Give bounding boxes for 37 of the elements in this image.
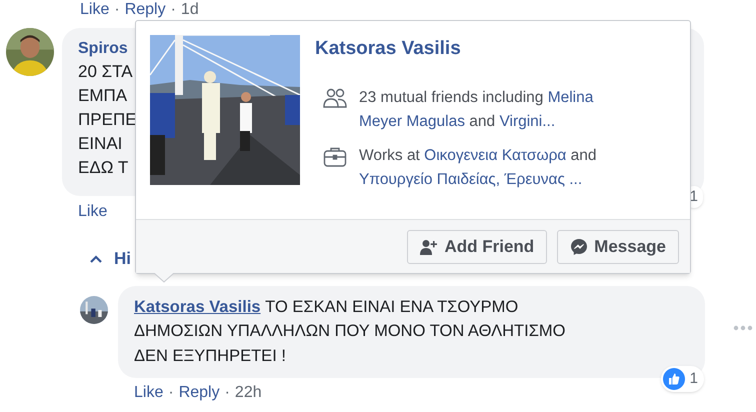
more-icon: [733, 324, 753, 330]
timestamp: 1d: [180, 0, 199, 20]
hide-replies-link[interactable]: Hi: [114, 246, 131, 272]
profile-link[interactable]: Οικογενεια Κατσωρα: [424, 147, 566, 164]
action-link[interactable]: Reply: [178, 383, 220, 403]
profile-link[interactable]: Melina: [548, 89, 594, 106]
profile-name[interactable]: Katsoras Vasilis: [315, 36, 679, 62]
comment-text: ΕΙΝΑΙ: [78, 133, 122, 155]
messenger-icon: [570, 238, 588, 256]
comment-text: ΠΡΕΠΕ: [78, 109, 137, 131]
action-link[interactable]: Like: [78, 202, 108, 222]
comment-author[interactable]: Spiros: [78, 38, 128, 60]
separator-dot: ·: [114, 0, 120, 20]
add-person-icon: [420, 238, 438, 254]
action-link[interactable]: Like: [134, 383, 164, 403]
separator-dot: ·: [170, 0, 176, 20]
comment-text: ΕΔΩ Τ: [78, 157, 128, 179]
action-link[interactable]: Reply: [124, 0, 166, 20]
comment-text: ΕΜΠΑ: [78, 85, 128, 107]
comment-text: Katsoras Vasilis ΤΟ ΕΣΚΑΝ ΕΙΝΑΙ ΕΝΑ ΤΣΟΥΡΜΟ ΔΗΜΟΣΙΩΝ ΥΠΑΛΛΗΛΩΝ ΠΟΥ ΜΟΝΟ ΤΟΝ ΑΘΛΗΤΙΣΜΟ ΔΕΝ ΕΞΥΠΗΡΕΤΕΙ !: [134, 296, 566, 366]
comment-text: 20 ΣΤΑ: [78, 61, 133, 83]
message-button[interactable]: Message: [557, 230, 679, 264]
action-link[interactable]: Like: [80, 0, 110, 20]
separator-dot: ·: [224, 383, 230, 403]
briefcase-icon: [323, 146, 347, 168]
profile-detail: 23 mutual friends including Melina Meyer Magulas and Virgini...: [359, 88, 594, 132]
separator-dot: ·: [168, 383, 174, 403]
reaction-count: 1: [690, 368, 698, 389]
profile-link[interactable]: Υπουργείο Παιδείας, Έρευνας ...: [359, 171, 582, 188]
author-link[interactable]: Katsoras Vasilis: [134, 298, 261, 316]
profile-detail: Works at Οικογενεια Κατσωρα and Υπουργείο Παιδείας, Έρευνας ...: [359, 146, 598, 190]
timestamp: 22h: [234, 383, 262, 403]
people-icon: [323, 88, 347, 110]
profile-link[interactable]: Meyer Magulas: [359, 113, 465, 130]
add-friend-button[interactable]: Add Friend: [407, 230, 548, 264]
profile-link[interactable]: Virgini...: [499, 113, 556, 130]
chevron-up-icon: [90, 254, 102, 263]
